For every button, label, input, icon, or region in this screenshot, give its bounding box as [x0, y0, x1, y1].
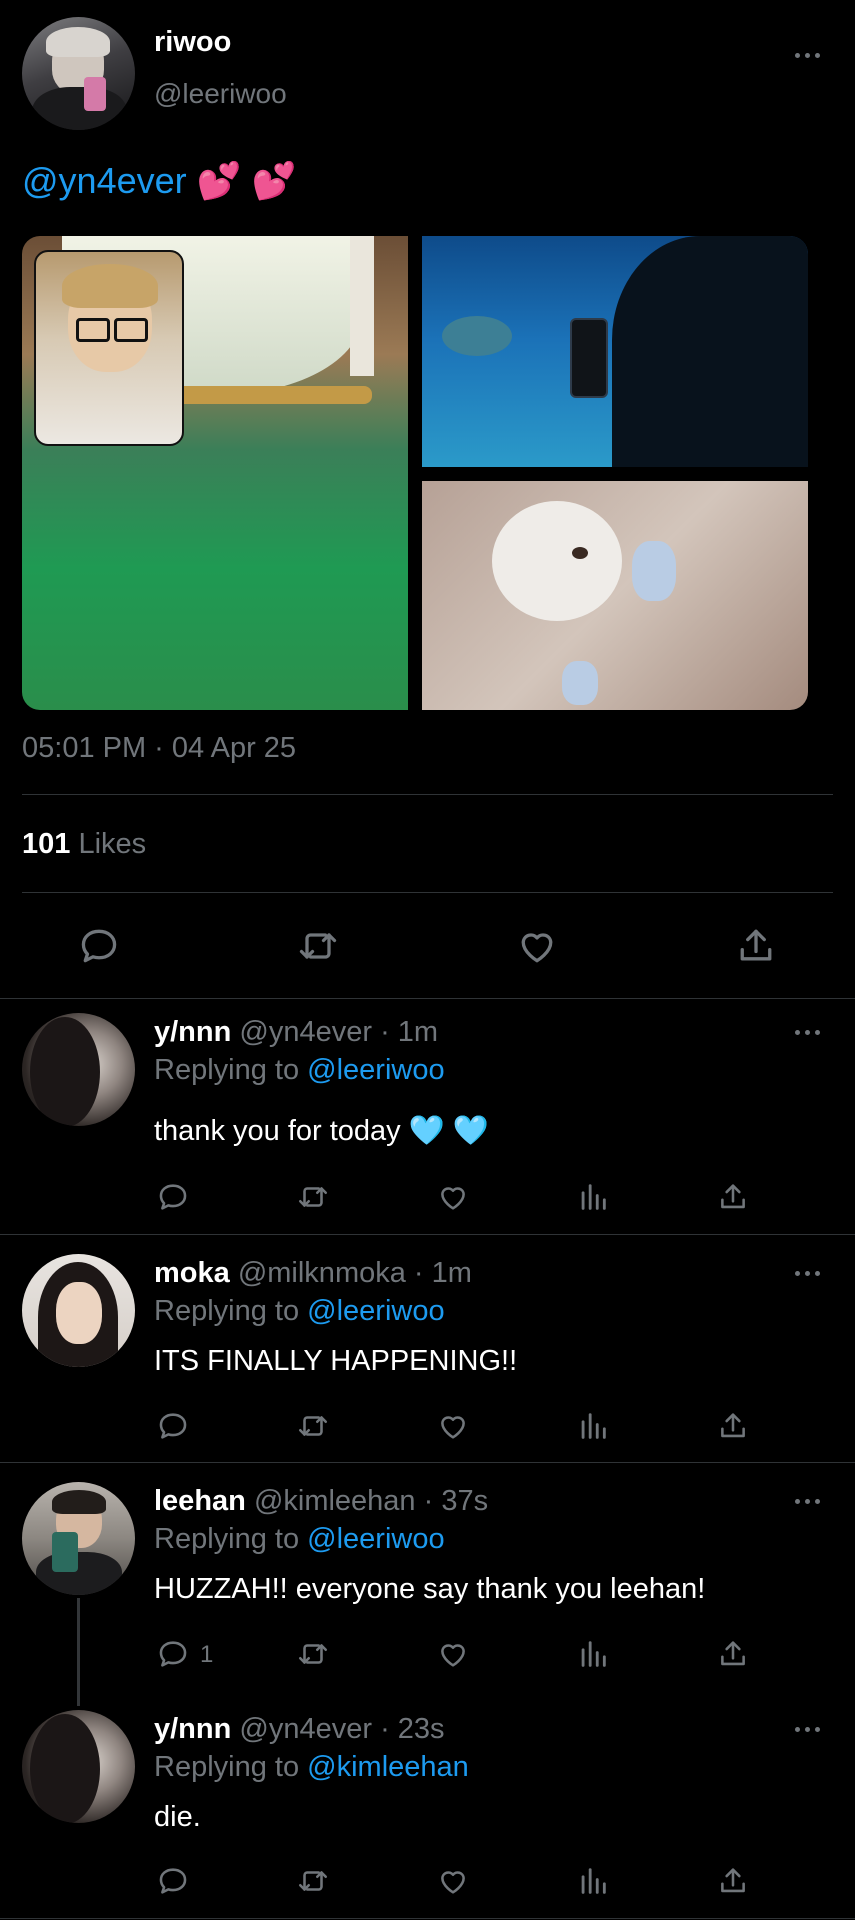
- replying-label: Replying to: [154, 1751, 300, 1783]
- replying-to-link[interactable]: @leeriwoo: [307, 1295, 444, 1327]
- divider: [22, 892, 833, 893]
- views-icon[interactable]: [576, 1864, 610, 1898]
- replying-label: Replying to: [154, 1054, 300, 1086]
- like-icon[interactable]: [436, 1409, 470, 1443]
- retweet-icon[interactable]: [296, 1409, 330, 1443]
- reply-avatar[interactable]: [22, 1710, 135, 1823]
- like-icon[interactable]: [436, 1864, 470, 1898]
- likes-label: Likes: [78, 828, 147, 860]
- reply-text: die.: [154, 1801, 201, 1833]
- reply-display-name[interactable]: moka: [154, 1257, 230, 1289]
- mention-link[interactable]: @yn4ever: [22, 160, 187, 201]
- like-icon[interactable]: [436, 1637, 470, 1671]
- retweet-icon[interactable]: [296, 1637, 330, 1671]
- reply-header: leehan @kimleehan · 37s: [154, 1485, 488, 1518]
- tweet-emoji: 💕 💕: [196, 160, 297, 201]
- reply-header: y/nnn @yn4ever · 1m: [154, 1016, 438, 1049]
- views-icon[interactable]: [576, 1180, 610, 1214]
- author-avatar[interactable]: [22, 17, 135, 130]
- media-photo-drink[interactable]: [22, 236, 408, 710]
- like-icon[interactable]: [515, 924, 559, 968]
- reply-display-name[interactable]: leehan: [154, 1485, 246, 1517]
- replying-to-link[interactable]: @kimleehan: [307, 1751, 469, 1783]
- share-icon[interactable]: [716, 1864, 750, 1898]
- reply-handle[interactable]: @kimleehan · 37s: [254, 1485, 488, 1517]
- views-icon[interactable]: [576, 1409, 610, 1443]
- likes-stat[interactable]: 101 Likes: [22, 828, 146, 861]
- reply-avatar[interactable]: [22, 1482, 135, 1595]
- like-icon[interactable]: [436, 1180, 470, 1214]
- tweet-timestamp[interactable]: 05:01 PM · 04 Apr 25: [22, 732, 296, 765]
- replying-to: Replying to @leeriwoo: [154, 1295, 445, 1328]
- retweet-icon[interactable]: [296, 1864, 330, 1898]
- replying-to-link[interactable]: @leeriwoo: [307, 1523, 444, 1555]
- divider: [0, 1918, 855, 1919]
- more-options-icon[interactable]: [795, 1496, 823, 1506]
- likes-count: 101: [22, 828, 71, 860]
- author-display-name[interactable]: riwoo: [154, 26, 231, 59]
- tweet-text: @yn4ever 💕 💕: [22, 160, 296, 202]
- views-icon[interactable]: [576, 1637, 610, 1671]
- more-options-icon[interactable]: [795, 1724, 823, 1734]
- divider: [22, 794, 833, 795]
- reply-emoji: 🩵 🩵: [408, 1115, 489, 1147]
- more-options-icon[interactable]: [795, 1027, 823, 1037]
- reply-avatar[interactable]: [22, 1013, 135, 1126]
- replying-label: Replying to: [154, 1295, 300, 1327]
- divider: [0, 998, 855, 999]
- reply-icon[interactable]: [156, 1180, 190, 1214]
- reply-icon[interactable]: [156, 1864, 190, 1898]
- media-photo-aquarium[interactable]: [422, 236, 808, 467]
- thread-connector-line: [77, 1598, 80, 1706]
- reply-handle[interactable]: @milknmoka · 1m: [238, 1257, 472, 1289]
- replying-to: Replying to @leeriwoo: [154, 1054, 445, 1087]
- share-icon[interactable]: [734, 924, 778, 968]
- media-photo-plush[interactable]: [422, 481, 808, 710]
- share-icon[interactable]: [716, 1180, 750, 1214]
- reply-display-name[interactable]: y/nnn: [154, 1713, 231, 1745]
- divider: [0, 1234, 855, 1235]
- reply-text: HUZZAH!! everyone say thank you leehan!: [154, 1573, 706, 1605]
- replying-label: Replying to: [154, 1523, 300, 1555]
- share-icon[interactable]: [716, 1409, 750, 1443]
- more-options-icon[interactable]: [795, 1268, 823, 1278]
- reply-handle[interactable]: @yn4ever · 1m: [239, 1016, 438, 1048]
- reply-text: thank you for today 🩵 🩵: [154, 1114, 489, 1148]
- reply-icon[interactable]: [77, 924, 121, 968]
- replying-to-link[interactable]: @leeriwoo: [307, 1054, 444, 1086]
- author-handle[interactable]: @leeriwoo: [154, 78, 287, 110]
- retweet-icon[interactable]: [296, 1180, 330, 1214]
- reply-count: 1: [200, 1641, 214, 1668]
- share-icon[interactable]: [716, 1637, 750, 1671]
- reply-text: ITS FINALLY HAPPENING!!: [154, 1345, 518, 1377]
- replying-to: Replying to @kimleehan: [154, 1751, 469, 1784]
- reply-avatar[interactable]: [22, 1254, 135, 1367]
- divider: [0, 1462, 855, 1463]
- reply-icon[interactable]: [156, 1409, 190, 1443]
- reply-display-name[interactable]: y/nnn: [154, 1016, 231, 1048]
- replying-to: Replying to @leeriwoo: [154, 1523, 445, 1556]
- reply-handle[interactable]: @yn4ever · 23s: [239, 1713, 444, 1745]
- reply-text-body: thank you for today: [154, 1115, 401, 1147]
- reply-icon[interactable]: [156, 1637, 190, 1671]
- reply-header: y/nnn @yn4ever · 23s: [154, 1713, 445, 1746]
- reply-header: moka @milknmoka · 1m: [154, 1257, 472, 1290]
- more-options-icon[interactable]: [795, 50, 823, 60]
- retweet-icon[interactable]: [296, 924, 340, 968]
